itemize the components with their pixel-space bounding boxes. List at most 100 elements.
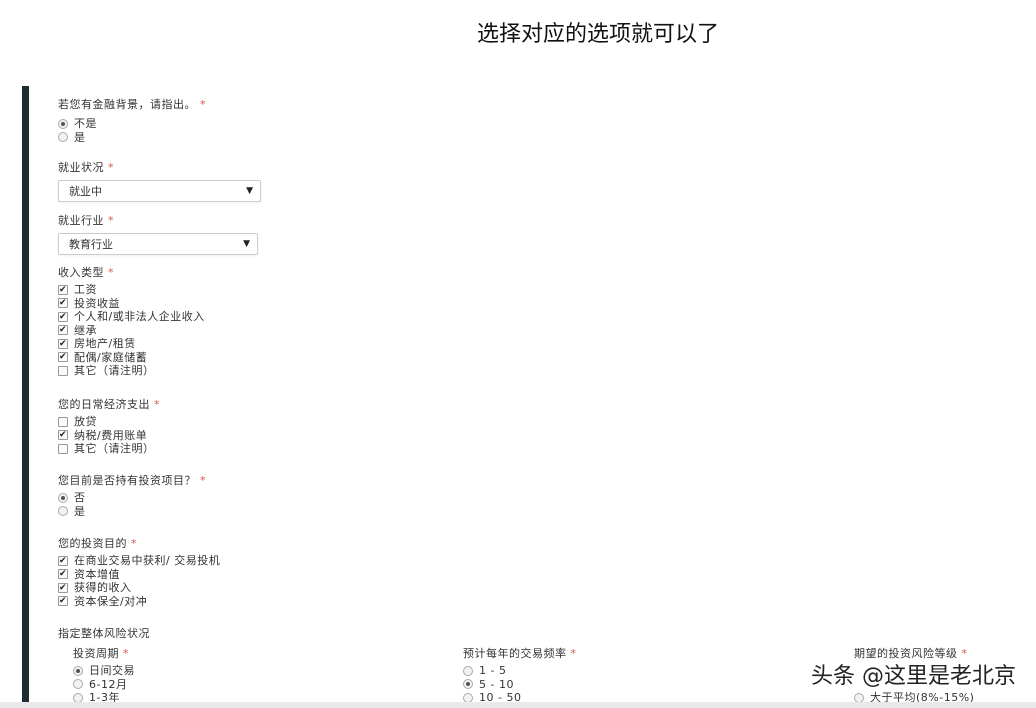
checkbox[interactable]: ✔ bbox=[58, 430, 68, 441]
checkbox-option[interactable]: ✔ 纳税/费用账单 bbox=[58, 429, 160, 443]
radio-button[interactable] bbox=[73, 665, 83, 676]
radio-option-not[interactable]: 不是 bbox=[58, 117, 206, 131]
radio-button[interactable] bbox=[58, 506, 68, 517]
employment-status-select[interactable]: 就业中 ▼ bbox=[58, 180, 261, 202]
option-label: 其它（请注明） bbox=[74, 442, 155, 455]
checkbox-option[interactable]: ✔ 投资收益 bbox=[58, 297, 205, 311]
checkbox[interactable]: ✔ bbox=[58, 352, 68, 363]
option-label: 放贷 bbox=[74, 415, 97, 428]
option-label: 否 bbox=[74, 491, 86, 504]
caption-text: 选择对应的选项就可以了 bbox=[476, 22, 719, 47]
question-holding-investments: 您目前是否持有投资项目？ * 否 是 bbox=[58, 474, 206, 518]
option-label: 5 - 10 bbox=[479, 677, 514, 691]
option-label: 工资 bbox=[74, 283, 97, 296]
question-label: 收入类型 bbox=[58, 266, 104, 279]
radio-option[interactable]: 1 - 5 bbox=[463, 664, 577, 678]
question-industry: 就业行业 * 教育行业 ▼ bbox=[58, 214, 258, 255]
option-label: 是 bbox=[74, 504, 86, 518]
option-label: 配偶/家庭储蓄 bbox=[74, 350, 148, 364]
radio-button[interactable] bbox=[463, 665, 473, 676]
question-investment-period: 投资周期 * 日间交易 6-12月 1-3年 bbox=[73, 647, 135, 705]
option-label: 6-12月 bbox=[89, 677, 128, 691]
checkbox[interactable]: ✔ bbox=[58, 569, 68, 580]
question-income-type: 收入类型 * ✔ 工资 ✔ 投资收益 ✔ 个人和/或非法人企业收入 ✔ 继承 ✔ 房地产/租… bbox=[58, 266, 205, 378]
option-label: 房地产/租赁 bbox=[74, 337, 136, 350]
checkbox[interactable]: ✔ bbox=[58, 555, 68, 566]
question-label: 若您有金融背景，请指出。 bbox=[58, 98, 196, 111]
checkbox[interactable] bbox=[58, 365, 68, 376]
option-label: 是 bbox=[74, 130, 86, 144]
form-accent-bar bbox=[22, 86, 29, 708]
industry-select[interactable]: 教育行业 ▼ bbox=[58, 233, 258, 255]
checkbox-option[interactable]: ✔ 工资 bbox=[58, 283, 205, 297]
radio-button[interactable] bbox=[463, 679, 473, 690]
checkbox-option[interactable]: ✔ 继承 bbox=[58, 324, 205, 338]
required-marker: * bbox=[123, 647, 129, 660]
question-daily-expense: 您的日常经济支出 * 放贷 ✔ 纳税/费用账单 其它（请注明） bbox=[58, 398, 160, 456]
radio-button[interactable] bbox=[58, 492, 68, 503]
option-label: 继承 bbox=[74, 323, 97, 337]
radio-option[interactable]: 6-12月 bbox=[73, 678, 135, 692]
option-label: 不是 bbox=[74, 117, 97, 130]
radio-option[interactable]: 5 - 10 bbox=[463, 678, 577, 692]
option-label: 获得的收入 bbox=[74, 581, 132, 594]
question-trade-frequency: 预计每年的交易频率 * 1 - 5 5 - 10 10 - 50 bbox=[463, 647, 577, 705]
option-label: 在商业交易中获利/ 交易投机 bbox=[74, 554, 221, 567]
chevron-down-icon: ▼ bbox=[243, 239, 250, 249]
chevron-down-icon: ▼ bbox=[246, 186, 253, 196]
radio-button[interactable] bbox=[73, 679, 83, 690]
option-label: 1 - 5 bbox=[479, 664, 507, 677]
checkbox-option[interactable]: ✔ 个人和/或非法人企业收入 bbox=[58, 310, 205, 324]
required-marker: * bbox=[200, 474, 206, 487]
checkbox[interactable]: ✔ bbox=[58, 338, 68, 349]
question-employment-status: 就业状况 * 就业中 ▼ bbox=[58, 161, 261, 202]
radio-option[interactable]: 日间交易 bbox=[73, 664, 135, 678]
question-label: 投资周期 bbox=[73, 647, 119, 660]
checkbox[interactable]: ✔ bbox=[58, 284, 68, 295]
checkbox[interactable] bbox=[58, 416, 68, 427]
question-label: 就业状况 bbox=[58, 161, 104, 174]
checkbox[interactable]: ✔ bbox=[58, 596, 68, 607]
checkbox[interactable]: ✔ bbox=[58, 311, 68, 322]
option-label: 投资收益 bbox=[74, 296, 120, 310]
checkbox-option[interactable]: ✔ 在商业交易中获利/ 交易投机 bbox=[58, 554, 220, 568]
watermark-text: 头条 @这里是老北京 bbox=[811, 664, 1016, 689]
question-label: 您的投资目的 bbox=[58, 537, 127, 550]
option-label: 其它（请注明） bbox=[74, 364, 155, 377]
select-value: 就业中 bbox=[69, 185, 102, 198]
checkbox-option[interactable]: ✔ 配偶/家庭储蓄 bbox=[58, 351, 205, 365]
section-title: 指定整体风险状况 bbox=[58, 627, 150, 640]
checkbox[interactable]: ✔ bbox=[58, 582, 68, 593]
question-label: 您的日常经济支出 bbox=[58, 398, 150, 411]
option-label: 个人和/或非法人企业收入 bbox=[74, 310, 205, 323]
checkbox-option[interactable]: 放贷 bbox=[58, 415, 160, 429]
checkbox[interactable]: ✔ bbox=[58, 325, 68, 336]
question-label: 您目前是否持有投资项目？ bbox=[58, 474, 196, 487]
option-label: 纳税/费用账单 bbox=[74, 428, 148, 442]
question-label: 预计每年的交易频率 bbox=[463, 647, 567, 660]
question-label: 就业行业 bbox=[58, 214, 104, 227]
checkbox-option[interactable]: 其它（请注明） bbox=[58, 442, 160, 456]
radio-option-yes[interactable]: 是 bbox=[58, 505, 206, 519]
checkbox-option[interactable]: ✔ 资本增值 bbox=[58, 568, 220, 582]
radio-button[interactable] bbox=[58, 118, 68, 129]
radio-option-yes[interactable]: 是 bbox=[58, 131, 206, 145]
required-marker: * bbox=[154, 398, 160, 411]
checkbox[interactable] bbox=[58, 443, 68, 454]
checkbox-option[interactable]: ✔ 资本保全/对冲 bbox=[58, 595, 220, 609]
question-financial-background: 若您有金融背景，请指出。 * 不是 是 bbox=[58, 98, 206, 144]
required-marker: * bbox=[570, 647, 577, 660]
option-label: 日间交易 bbox=[89, 664, 135, 677]
radio-button[interactable] bbox=[58, 132, 68, 143]
checkbox-option[interactable]: ✔ 房地产/租赁 bbox=[58, 337, 205, 351]
checkbox[interactable]: ✔ bbox=[58, 298, 68, 309]
bottom-divider bbox=[0, 702, 1036, 708]
checkbox-option[interactable]: ✔ 获得的收入 bbox=[58, 581, 220, 595]
select-value: 教育行业 bbox=[69, 238, 113, 251]
radio-option-no[interactable]: 否 bbox=[58, 491, 206, 505]
required-marker: * bbox=[108, 266, 114, 279]
question-investment-purpose: 您的投资目的 * ✔ 在商业交易中获利/ 交易投机 ✔ 资本增值 ✔ 获得的收入 ✔ 资本… bbox=[58, 537, 220, 608]
required-marker: * bbox=[131, 537, 137, 550]
option-label: 资本增值 bbox=[74, 567, 120, 581]
checkbox-option[interactable]: 其它（请注明） bbox=[58, 364, 205, 378]
